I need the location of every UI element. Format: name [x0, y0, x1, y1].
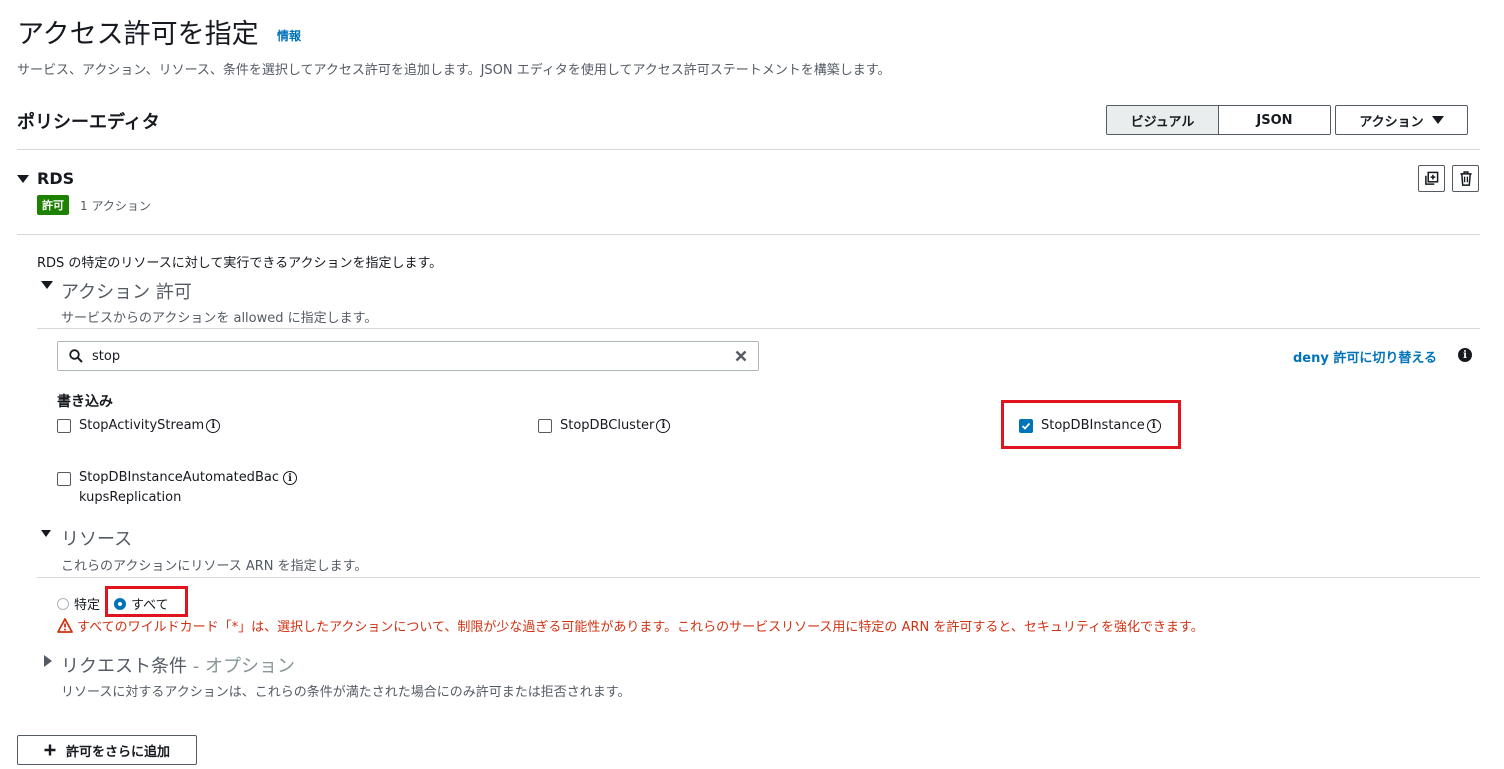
action-item-stopdbcluster[interactable]: StopDBCluster i	[538, 418, 671, 433]
action-item-stopdbinstance[interactable]: StopDBInstance i	[1019, 418, 1161, 433]
conditions-section-subtitle: リソースに対するアクションは、これらの条件が満たされた場合にのみ許可または拒否さ…	[61, 685, 631, 700]
action-label: StopDBCluster	[560, 418, 655, 433]
info-icon[interactable]: i	[1458, 348, 1472, 362]
actions-button-label: アクション	[1359, 114, 1424, 130]
json-tab[interactable]: JSON	[1219, 106, 1330, 134]
visual-tab[interactable]: ビジュアル	[1107, 106, 1219, 134]
divider	[37, 577, 1480, 578]
add-more-permissions-button[interactable]: 許可をさらに追加	[17, 735, 197, 765]
checkmark-icon	[1021, 422, 1031, 430]
action-count: 1 アクション	[80, 199, 151, 213]
service-name: RDS	[37, 169, 75, 188]
conditions-title-suffix: - オプション	[187, 656, 295, 677]
radio-label: 特定	[74, 598, 101, 613]
info-icon[interactable]: i	[206, 418, 221, 433]
add-button-label: 許可をさらに追加	[65, 744, 170, 760]
resources-section-subtitle: これらのアクションにリソース ARN を指定します。	[61, 559, 368, 574]
info-icon[interactable]: i	[1146, 418, 1161, 433]
duplicate-button[interactable]	[1418, 165, 1445, 192]
allow-badge: 許可	[37, 195, 69, 215]
conditions-title-main: リクエスト条件	[61, 656, 187, 677]
checkbox[interactable]	[57, 472, 71, 486]
divider	[37, 328, 1480, 329]
clear-icon[interactable]	[735, 350, 747, 362]
action-label-line1: StopDBInstanceAutomatedBac	[79, 470, 279, 485]
plus-icon	[44, 744, 56, 756]
radio-specific[interactable]: 特定	[57, 594, 100, 613]
caret-down-icon	[1431, 116, 1444, 124]
warning-text: すべてのワイルドカード「*」は、選択したアクションについて、制限が少な過ぎる可能…	[77, 620, 1204, 635]
duplicate-icon	[1425, 171, 1439, 185]
resources-section-title: リソース	[61, 529, 133, 550]
delete-button[interactable]	[1452, 165, 1479, 192]
action-label: StopActivityStream	[79, 418, 205, 433]
info-icon[interactable]: i	[656, 418, 671, 433]
action-label-line2: kupsReplication	[79, 490, 182, 505]
search-input[interactable]	[92, 346, 712, 366]
radio-all[interactable]: すべて	[114, 594, 169, 613]
conditions-section-title: リクエスト条件 - オプション	[61, 652, 295, 678]
page-title: アクセス許可を指定	[17, 19, 259, 50]
warning-icon	[57, 618, 73, 633]
info-link[interactable]: 情報	[277, 27, 301, 44]
divider	[17, 149, 1480, 150]
editor-mode-toggle: ビジュアル JSON	[1106, 105, 1331, 135]
radio-button[interactable]	[57, 597, 69, 610]
switch-to-deny-link[interactable]: deny 許可に切り替える	[1293, 347, 1437, 366]
actions-dropdown-button[interactable]: アクション	[1335, 105, 1468, 135]
page-subtitle: サービス、アクション、リソース、条件を選択してアクセス許可を追加します。JSON…	[17, 63, 891, 78]
actions-section-title: アクション 許可	[61, 282, 192, 303]
expand-conditions-icon[interactable]	[44, 655, 52, 667]
action-item-stopactivitystream[interactable]: StopActivityStream i	[57, 418, 221, 433]
access-level-group-title: 書き込み	[57, 394, 113, 410]
checkbox-checked[interactable]	[1019, 418, 1033, 433]
action-search-box	[57, 341, 759, 371]
search-icon	[69, 349, 83, 363]
service-description: RDS の特定のリソースに対して実行できるアクションを指定します。	[37, 256, 443, 271]
checkbox[interactable]	[57, 418, 71, 433]
checkbox[interactable]	[538, 418, 552, 433]
divider	[17, 234, 1480, 235]
info-icon[interactable]: i	[283, 471, 297, 485]
collapse-resources-icon[interactable]	[41, 530, 51, 537]
collapse-actions-icon[interactable]	[41, 281, 53, 289]
policy-editor-title: ポリシーエディタ	[17, 112, 160, 133]
radio-label: すべて	[131, 598, 169, 613]
collapse-rds-icon[interactable]	[17, 175, 29, 183]
action-label: StopDBInstance	[1041, 418, 1145, 433]
radio-button-selected[interactable]	[114, 597, 126, 610]
wildcard-warning: すべてのワイルドカード「*」は、選択したアクションについて、制限が少な過ぎる可能…	[57, 616, 1204, 635]
trash-icon	[1459, 171, 1472, 186]
actions-section-subtitle: サービスからのアクションを allowed に指定します。	[61, 311, 378, 326]
